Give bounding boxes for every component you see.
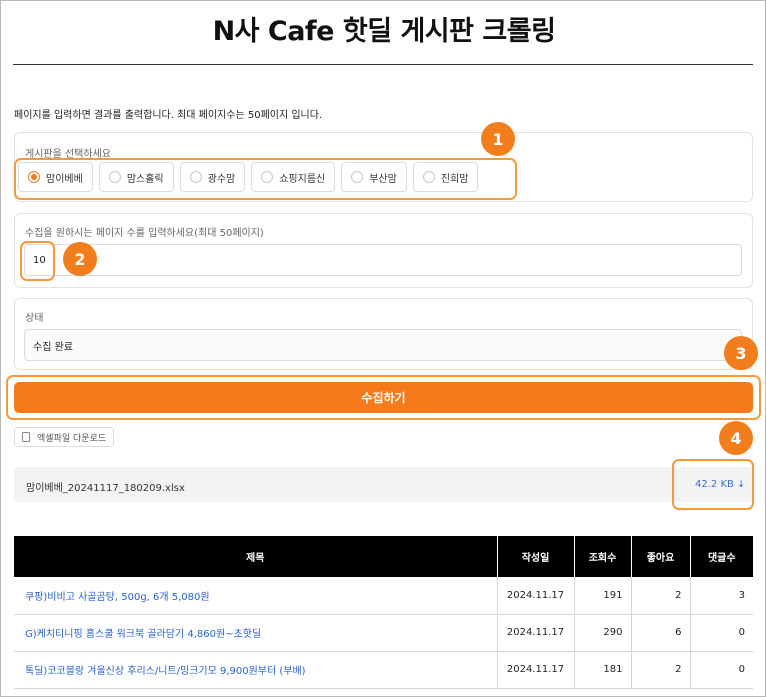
annotation-badge-1: 1	[481, 122, 515, 156]
annotation-badge-4: 4	[719, 421, 753, 455]
table-row: 쿠팡)비비고 사골곰탕, 500g, 6개 5,080원 2024.11.17 …	[14, 577, 753, 615]
post-title-link[interactable]: 쿠팡)비비고 사골곰탕, 500g, 6개 5,080원	[14, 577, 498, 615]
table-header-row: 제목 작성일 조회수 좋아요 댓글수	[14, 536, 753, 577]
post-views: 290	[574, 614, 632, 652]
column-header-likes: 좋아요	[631, 536, 691, 577]
post-title-link[interactable]: G)케치티니핑 홈스쿨 워크북 골라담기 4,860원~초핫딜	[14, 614, 498, 652]
page-count-label: 수집을 원하시는 페이지 수를 입력하세요(최대 50페이지)	[25, 228, 264, 239]
download-file-row: 맘이베베_20241117_180209.xlsx 42.2 KB ↓	[14, 467, 753, 502]
excel-download-label[interactable]: 엑셀파일 다운로드	[14, 427, 115, 447]
status-field: 수집 완료	[24, 329, 742, 361]
results-table: 제목 작성일 조회수 좋아요 댓글수 쿠팡)비비고 사골곰탕, 500g, 6개…	[14, 536, 753, 689]
post-title-link[interactable]: 톡딜)코코블랑 겨울신상 후리스/니트/밍크기모 9,900원부터 (부배)	[14, 651, 498, 689]
highlight-file-link	[672, 459, 754, 510]
post-date: 2024.11.17	[497, 614, 575, 652]
file-name: 맘이베베_20241117_180209.xlsx	[26, 483, 185, 494]
post-comments: 0	[690, 651, 753, 689]
table-row: 톡딜)코코블랑 겨울신상 후리스/니트/밍크기모 9,900원부터 (부배) 2…	[14, 651, 753, 689]
collect-button[interactable]: 수집하기	[14, 382, 753, 413]
post-comments: 0	[690, 614, 753, 652]
post-comments: 3	[690, 577, 753, 615]
column-header-comments: 댓글수	[690, 536, 753, 577]
page-title: N사 Cafe 핫딜 게시판 크롤링	[212, 16, 556, 47]
highlight-board-options	[14, 158, 517, 200]
post-likes: 2	[631, 651, 691, 689]
post-views: 191	[574, 577, 632, 615]
annotation-badge-3: 3	[724, 336, 758, 370]
app-window: N사 Cafe 핫딜 게시판 크롤링 페이지를 입력하면 결과를 출력합니다. …	[0, 0, 766, 697]
post-likes: 6	[631, 614, 691, 652]
post-likes: 2	[631, 577, 691, 615]
post-date: 2024.11.17	[497, 577, 575, 615]
annotation-badge-2: 2	[63, 242, 97, 276]
highlight-page-count	[20, 241, 55, 281]
column-header-date: 작성일	[497, 536, 575, 577]
column-header-views: 조회수	[574, 536, 632, 577]
status-label: 상태	[25, 313, 44, 324]
notice-text: 페이지를 입력하면 결과를 출력합니다. 최대 페이지수는 50페이지 입니다.	[14, 110, 323, 121]
table-row: G)케치티니핑 홈스쿨 워크북 골라담기 4,860원~초핫딜 2024.11.…	[14, 614, 753, 652]
page-count-input[interactable]: 10	[24, 244, 742, 276]
post-date: 2024.11.17	[497, 651, 575, 689]
title-divider	[13, 64, 753, 65]
post-views: 181	[574, 651, 632, 689]
download-label-text: 엑셀파일 다운로드	[37, 433, 107, 444]
document-icon	[22, 432, 30, 442]
column-header-title: 제목	[14, 536, 498, 577]
